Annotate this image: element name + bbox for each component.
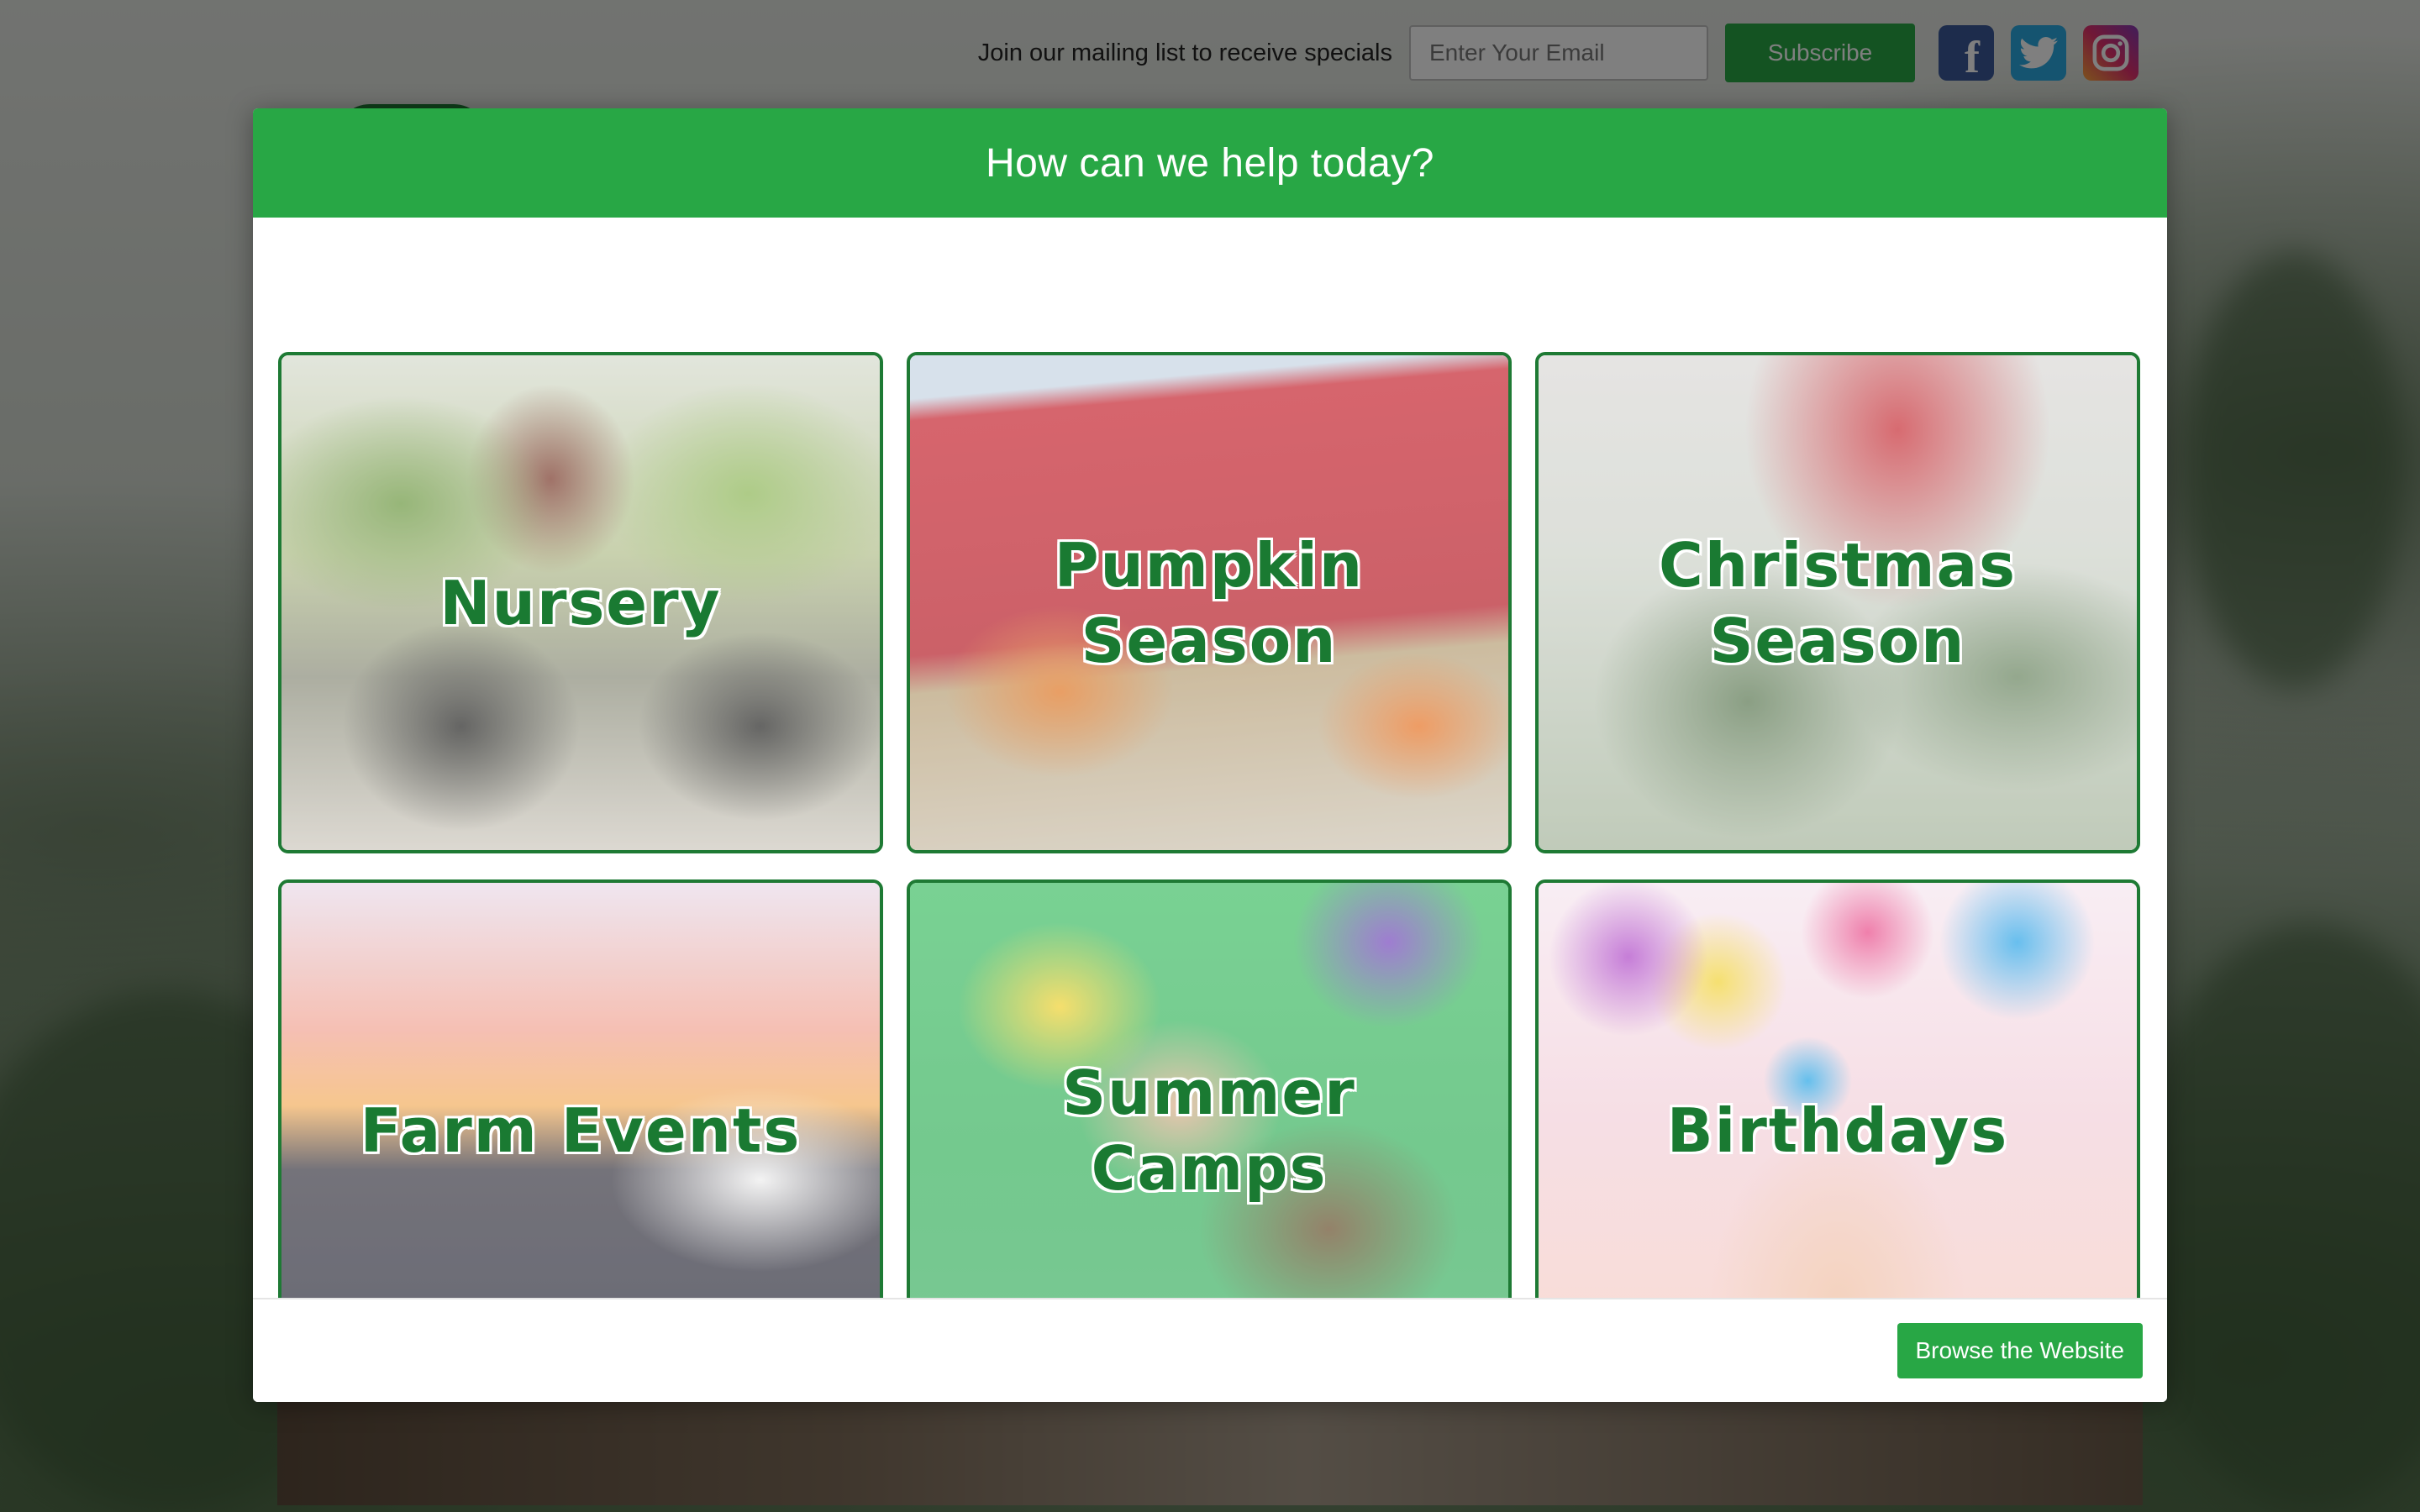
tile-nursery[interactable]: Nursery [278, 352, 883, 853]
modal-header: How can we help today? [253, 108, 2167, 218]
browse-website-button[interactable]: Browse the Website [1897, 1323, 2143, 1378]
modal-footer: Browse the Website [253, 1298, 2167, 1402]
tile-label: Nursery [439, 567, 722, 638]
tile-label: Pumpkin Season [1054, 529, 1365, 676]
tile-pumpkin-season[interactable]: Pumpkin Season [907, 352, 1512, 853]
tile-christmas-season[interactable]: Christmas Season [1535, 352, 2140, 853]
tile-label: Christmas Season [1658, 529, 2018, 676]
modal-title: How can we help today? [986, 140, 1434, 186]
modal-body: Nursery Pumpkin Season Christmas Season … [253, 218, 2167, 1402]
help-modal: How can we help today? Nursery Pumpkin S… [253, 108, 2167, 1402]
